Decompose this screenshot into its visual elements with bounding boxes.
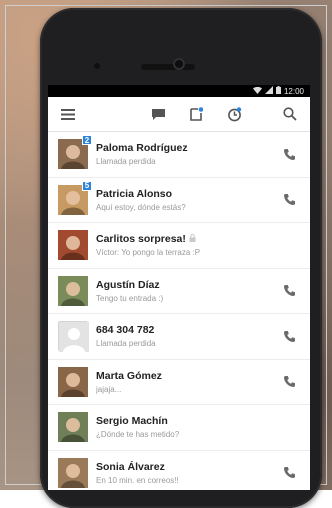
unread-count-badge: 5 (82, 180, 92, 191)
avatar: 2 (58, 135, 92, 170)
contact-name: Marta Gómez (96, 369, 162, 382)
avatar (58, 321, 89, 353)
last-message: Aquí estoy, dónde estás? (96, 202, 186, 212)
avatar (58, 230, 88, 261)
last-message: Tengo tu entrada :) (96, 293, 164, 303)
last-message: En 10 min. en correos!! (96, 475, 179, 485)
phone-icon[interactable] (278, 280, 300, 302)
lock-icon (189, 233, 196, 245)
phone-icon[interactable] (278, 325, 300, 347)
unread-count-badge: 2 (82, 135, 92, 146)
phone-screen: 12:00 2 Paloma Rodríguez Llamada perdida (48, 85, 310, 490)
avatar (58, 457, 88, 488)
last-message: Llamada perdida (96, 157, 156, 167)
avatar (58, 366, 88, 397)
contact-row[interactable]: Marta Gómez jajaja... (48, 360, 310, 405)
app-toolbar (48, 97, 310, 132)
contact-name: Sergio Machín (96, 415, 168, 428)
status-bar: 12:00 (48, 85, 310, 97)
contact-name: Sonia Álvarez (96, 460, 165, 473)
status-time: 12:00 (283, 86, 304, 96)
contact-row[interactable]: Agustín Díaz Tengo tu entrada :) (48, 269, 310, 314)
conversation-list: 2 Paloma Rodríguez Llamada perdida 5 Pat… (48, 132, 310, 490)
last-message: Llamada perdida (96, 339, 156, 349)
search-icon[interactable] (278, 102, 302, 126)
contact-row[interactable]: 5 Patricia Alonso Aquí estoy, dónde está… (48, 178, 310, 223)
last-message: ¿Dónde te has metido? (96, 430, 180, 440)
contact-name: Agustín Díaz (96, 278, 160, 291)
phone-icon[interactable] (278, 189, 300, 211)
phone-icon[interactable] (278, 143, 300, 165)
recent-icon[interactable] (222, 102, 246, 126)
contact-name: Patricia Alonso (96, 187, 173, 200)
last-message: Víctor: Yo pongo la terraza :P (96, 248, 201, 258)
contact-row[interactable]: Sergio Machín ¿Dónde te has metido? (48, 405, 310, 451)
contact-name: Paloma Rodríguez (96, 142, 188, 155)
signal-icon (264, 86, 273, 96)
note-icon[interactable] (184, 102, 208, 126)
phone-icon[interactable] (278, 371, 300, 393)
wifi-icon (252, 86, 262, 96)
phone-icon[interactable] (278, 462, 300, 484)
avatar (58, 275, 88, 306)
front-camera (173, 58, 185, 70)
earpiece-speaker (141, 64, 195, 70)
contact-row[interactable]: Sonia Álvarez En 10 min. en correos!! (48, 451, 310, 491)
menu-icon[interactable] (56, 102, 80, 126)
contact-name: 684 304 782 (96, 324, 155, 337)
avatar (58, 412, 88, 443)
proximity-sensor (94, 63, 100, 69)
last-message: jajaja... (96, 384, 122, 394)
contact-row[interactable]: 2 Paloma Rodríguez Llamada perdida (48, 132, 310, 178)
contact-row[interactable]: 684 304 782 Llamada perdida (48, 314, 310, 360)
contact-row[interactable]: Carlitos sorpresa! Víctor: Yo pongo la t… (48, 223, 310, 269)
battery-icon (275, 86, 281, 96)
chat-icon[interactable] (146, 102, 170, 126)
contact-name: Carlitos sorpresa! (96, 233, 278, 245)
avatar: 5 (58, 180, 92, 215)
